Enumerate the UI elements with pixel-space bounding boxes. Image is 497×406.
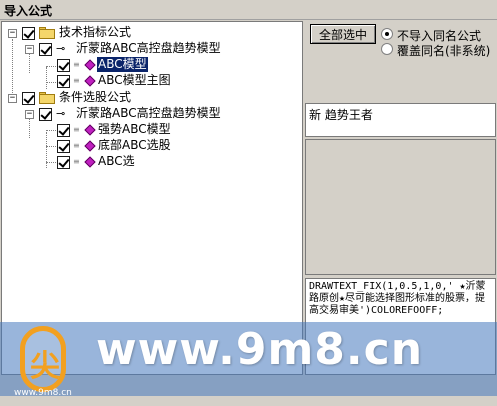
formula-type-icon: ≡ — [73, 76, 80, 85]
radio-overwrite-same-name[interactable]: 覆盖同名(非系统) — [381, 42, 495, 58]
key-icon: ⊸ — [56, 42, 66, 55]
diamond-icon — [84, 140, 96, 152]
minus-expander-icon[interactable]: − — [25, 45, 34, 54]
formula-type-icon: ≡ — [73, 125, 80, 134]
formula-label: ABC模型 — [97, 57, 148, 72]
radio-label: 覆盖同名(非系统) — [397, 44, 491, 58]
folder-icon — [39, 92, 55, 104]
formula-type-icon: ≡ — [73, 60, 80, 69]
radio-indicator[interactable] — [381, 28, 393, 40]
title-bar: 导入公式 — [0, 0, 497, 20]
watermark-logo-glyph: 尖 — [30, 349, 60, 384]
group-label: 条件选股公式 — [59, 90, 132, 104]
diamond-icon — [84, 75, 96, 87]
formula-label: ABC选 — [98, 154, 135, 168]
formula-label: 强势ABC模型 — [98, 122, 171, 136]
formula-checkbox[interactable] — [57, 140, 70, 153]
set-label: 沂蒙路ABC高控盘趋势模型 — [76, 41, 221, 55]
group-checkbox[interactable] — [22, 92, 35, 105]
diamond-icon — [84, 156, 96, 168]
folder-icon — [39, 27, 55, 39]
formula-checkbox[interactable] — [57, 59, 70, 72]
tree-node-formula[interactable]: ≡ 强势ABC模型 — [2, 122, 302, 138]
formula-name-display: 新 趋势王者 — [305, 103, 496, 137]
formula-label: ABC模型主图 — [98, 73, 171, 87]
tree-node-formula[interactable]: ≡ ABC选 — [2, 154, 302, 170]
diamond-icon — [84, 124, 96, 136]
minus-expander-icon[interactable]: − — [8, 29, 17, 38]
set-checkbox[interactable] — [39, 43, 52, 56]
watermark-url: www.9m8.cn — [96, 324, 424, 375]
tree-node-stock-screening[interactable]: − 条件选股公式 — [2, 90, 302, 106]
tree-node-formula-set[interactable]: − ⊸ 沂蒙路ABC高控盘趋势模型 — [2, 41, 302, 57]
window-title: 导入公式 — [4, 4, 53, 18]
formula-checkbox[interactable] — [57, 124, 70, 137]
formula-code: DRAWTEXT_FIX(1,0.5,1,0,' ★沂蒙路原创★尽可能选择图形标… — [309, 281, 486, 316]
set-checkbox[interactable] — [39, 108, 52, 121]
radio-no-import-same-name[interactable]: 不导入同名公式 — [381, 27, 495, 43]
formula-label: 底部ABC选股 — [98, 138, 171, 152]
diamond-icon — [84, 59, 96, 71]
formula-checkbox[interactable] — [57, 156, 70, 169]
tree-node-formula[interactable]: ≡ ABC模型主图 — [2, 73, 302, 89]
formula-type-icon: ≡ — [73, 141, 80, 150]
set-label: 沂蒙路ABC高控盘趋势模型 — [76, 106, 221, 120]
tree-node-technical-indicators[interactable]: − 技术指标公式 — [2, 25, 302, 41]
minus-expander-icon[interactable]: − — [8, 94, 17, 103]
group-checkbox[interactable] — [22, 27, 35, 40]
radio-indicator[interactable] — [381, 43, 393, 55]
minus-expander-icon[interactable]: − — [25, 110, 34, 119]
select-all-button[interactable]: 全部选中 — [310, 24, 376, 44]
formula-description-area — [305, 139, 496, 275]
tree-node-formula-set[interactable]: − ⊸ 沂蒙路ABC高控盘趋势模型 — [2, 106, 302, 122]
group-label: 技术指标公式 — [59, 25, 132, 39]
key-icon: ⊸ — [56, 107, 66, 120]
watermark-logo: 尖 — [20, 326, 66, 392]
formula-type-icon: ≡ — [73, 157, 80, 166]
tree-node-formula[interactable]: ≡ 底部ABC选股 — [2, 138, 302, 154]
tree-node-formula[interactable]: ≡ ABC模型 — [2, 57, 302, 73]
watermark-small-text: www.9m8.cn — [14, 388, 72, 398]
formula-checkbox[interactable] — [57, 75, 70, 88]
formula-name: 新 趋势王者 — [309, 108, 373, 122]
